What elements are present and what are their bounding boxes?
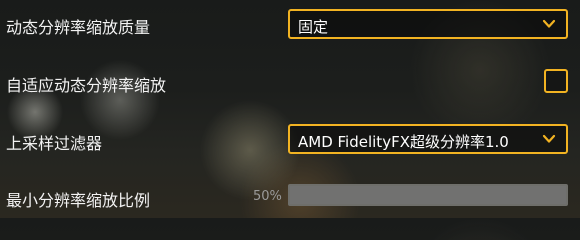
setting-label: 最小分辨率缩放比例 [6, 191, 151, 210]
dropdown-selected-value: 固定 [298, 18, 329, 36]
upsampling-filter-dropdown[interactable]: AMD FidelityFX超级分辨率1.0 [288, 124, 568, 154]
adaptive-dynamic-res-checkbox[interactable] [544, 69, 568, 93]
setting-label: 自适应动态分辨率缩放 [6, 76, 167, 95]
dropdown-selected-value: AMD FidelityFX超级分辨率1.0 [298, 133, 509, 151]
chevron-down-icon [542, 134, 556, 143]
setting-label: 动态分辨率缩放质量 [6, 18, 151, 37]
dynamic-res-quality-dropdown[interactable]: 固定 [288, 9, 568, 39]
setting-label: 上采样过滤器 [6, 134, 103, 153]
chevron-down-icon [542, 19, 556, 28]
min-res-scale-slider[interactable] [288, 184, 568, 206]
slider-value-readout: 50% [253, 189, 282, 204]
